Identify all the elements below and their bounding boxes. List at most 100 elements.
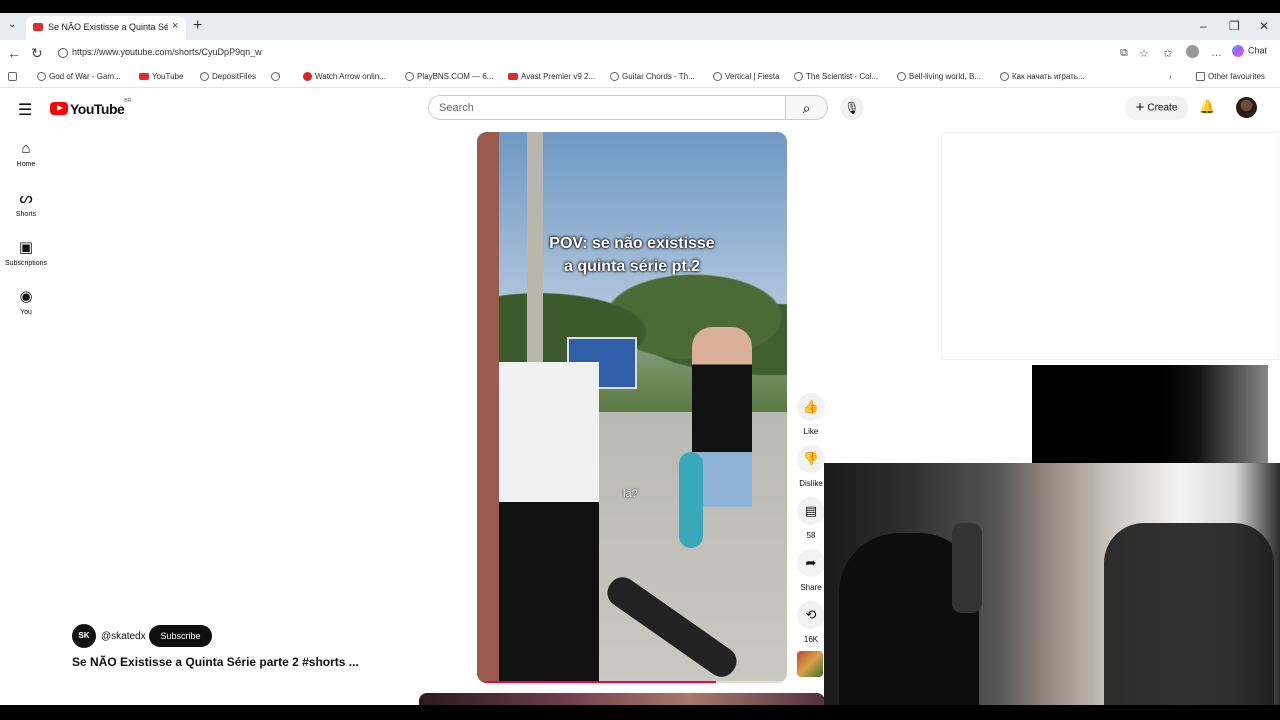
subscribe-button[interactable]: Subscribe [149, 625, 212, 647]
remix-button[interactable]: ⟲ 16K [795, 601, 827, 644]
bookmark-item[interactable]: PlayBNS.COM — 6... [405, 72, 493, 82]
share-icon: ➦ [797, 549, 825, 577]
tab-strip [0, 13, 1280, 40]
account-avatar[interactable] [1236, 97, 1257, 118]
like-button[interactable]: 👍 Like [795, 393, 827, 436]
bookmark-item[interactable] [271, 72, 283, 82]
sound-thumbnail[interactable] [797, 651, 823, 677]
bookmark-item[interactable]: Bell-living world, B... [897, 72, 981, 82]
video-subtitle: lá? [623, 488, 638, 500]
home-icon: ⌂ [21, 140, 31, 157]
you-icon: ◉ [19, 288, 33, 305]
search-button[interactable]: ⌕ [786, 95, 828, 120]
next-short-preview[interactable] [419, 693, 825, 705]
globe-icon [713, 72, 722, 82]
bookmark-item[interactable]: God of War - Gam... [37, 72, 121, 82]
share-button[interactable]: ➦ Share [795, 549, 827, 592]
nav-item-you[interactable]: ◉ You [3, 287, 49, 316]
reading-view-icon[interactable] [8, 72, 20, 82]
back-icon[interactable]: ← [7, 45, 21, 61]
bookmark-item[interactable]: Как начать играть... [1000, 72, 1085, 82]
copilot-chat-button[interactable]: Chat [1232, 45, 1267, 57]
video-progress-bar[interactable] [477, 681, 787, 683]
copilot-icon [1232, 45, 1244, 57]
close-tab-icon[interactable]: × [172, 20, 178, 32]
minimize-icon[interactable]: – [1200, 19, 1207, 33]
overlay-dark-thumbnail [1032, 365, 1268, 463]
profile-icon[interactable] [1186, 45, 1199, 58]
tab-search-chevron-icon[interactable]: ⌄ [8, 19, 16, 30]
create-label: Create [1147, 102, 1178, 114]
screen-top-bar [0, 0, 1280, 13]
bookmarks-overflow-icon[interactable]: › [1169, 72, 1172, 81]
nav-item-shorts[interactable]: ᔕ Shorts [3, 189, 49, 218]
favorites-icon[interactable]: ✩ [1163, 47, 1172, 60]
bookmark-item[interactable]: The Scientist - Col... [794, 72, 878, 82]
tab-title: Se NÃO Existisse a Quinta Série pa [48, 22, 168, 32]
bookmark-item[interactable]: Watch Arrow onlin... [303, 72, 386, 82]
webcam-fan [952, 523, 982, 613]
new-tab-icon[interactable]: + [193, 17, 202, 35]
screen-bottom-bar [0, 705, 1280, 720]
video-title[interactable]: Se NÃO Existisse a Quinta Série parte 2 … [72, 655, 359, 669]
country-code: BR [124, 98, 132, 104]
refresh-icon[interactable]: ↻ [31, 45, 43, 62]
app-available-icon[interactable]: ⧉ [1120, 47, 1128, 60]
video-person-left [499, 282, 599, 682]
voice-search-icon[interactable]: 🎙 [840, 96, 864, 120]
arrow-icon [303, 72, 312, 82]
chat-label: Chat [1248, 45, 1268, 56]
globe-icon [405, 72, 414, 82]
logo-text: YouTube [70, 100, 125, 117]
youtube-favicon-icon [33, 23, 43, 31]
dislike-button[interactable]: 👎 Dislike [795, 445, 827, 488]
address-bar[interactable]: https://www.youtube.com/shorts/CyuDpP9qn… [52, 44, 1158, 62]
depositfiles-icon [200, 72, 209, 82]
bookmark-item[interactable]: Guitar Chords - Th... [610, 72, 695, 82]
subscriptions-icon: ▣ [18, 239, 34, 256]
site-info-icon[interactable] [58, 48, 68, 58]
youtube-icon [508, 73, 518, 81]
short-video-player[interactable]: POV: se não existisse a quinta série pt.… [477, 132, 787, 683]
remix-icon: ⟲ [797, 601, 825, 629]
video-skateboard [679, 452, 703, 548]
globe-icon [794, 72, 803, 82]
folder-icon [1196, 72, 1205, 82]
globe-icon [271, 72, 280, 82]
nav-item-subscriptions[interactable]: ▣ Subscriptions [3, 238, 49, 267]
channel-avatar[interactable]: SK [72, 624, 96, 648]
thumbs-up-icon: 👍 [797, 393, 825, 421]
thumbs-down-icon: 👎 [797, 445, 825, 473]
side-panel-blank [941, 132, 1279, 360]
notifications-bell-icon[interactable]: 🔔 [1199, 99, 1215, 115]
bookmark-item[interactable]: DepositFiles [200, 72, 256, 82]
youtube-play-icon [50, 102, 68, 116]
restore-icon[interactable]: ❐ [1229, 19, 1240, 33]
shorts-icon: ᔕ [19, 190, 33, 207]
guide-menu-icon[interactable]: ☰ [18, 100, 32, 120]
comments-button[interactable]: ▤ 58 [795, 497, 827, 540]
globe-icon [37, 72, 46, 82]
youtube-logo[interactable]: YouTubeBR [50, 98, 132, 118]
plus-icon: + [1135, 99, 1145, 116]
nav-item-home[interactable]: ⌂ Home [3, 140, 49, 168]
video-progress-fill [477, 681, 716, 683]
bookmark-item[interactable]: YouTube [139, 72, 183, 81]
create-button[interactable]: + Create [1125, 96, 1188, 120]
bookmark-item[interactable]: Vertical | Fiesta [713, 72, 780, 82]
channel-handle[interactable]: @skatedx [101, 631, 146, 642]
video-caption: POV: se não existisse a quinta série pt.… [549, 235, 715, 275]
browser-tab[interactable]: Se NÃO Existisse a Quinta Série pa × [26, 16, 186, 40]
close-window-icon[interactable]: ✕ [1259, 19, 1269, 33]
search-input[interactable]: Search [428, 95, 786, 120]
more-menu-icon[interactable]: … [1211, 47, 1222, 59]
globe-icon [897, 72, 906, 82]
comment-icon: ▤ [797, 497, 825, 525]
other-favourites[interactable]: Other favourites [1196, 72, 1265, 82]
favorite-star-icon[interactable]: ☆ [1139, 47, 1149, 60]
webcam-overlay [824, 463, 1280, 720]
globe-icon [1000, 72, 1009, 82]
globe-icon [610, 72, 619, 82]
search-icon: ⌕ [802, 100, 811, 116]
bookmark-item[interactable]: Avast Premier v9 2... [508, 72, 595, 81]
